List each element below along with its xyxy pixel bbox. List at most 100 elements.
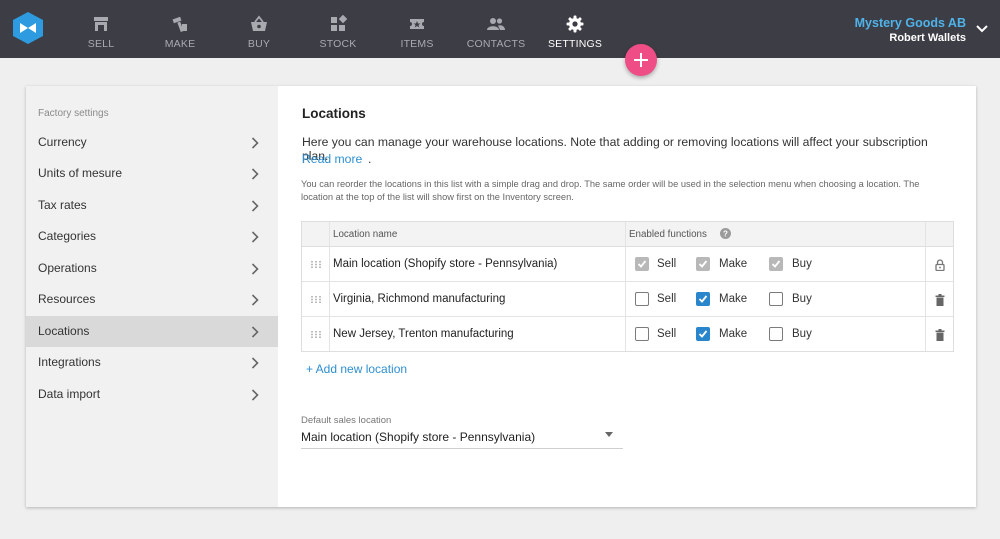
top-navigation-bar: SELL MAKE BUY STOCK ITEMS CONTACTS SETTI… bbox=[0, 0, 1000, 58]
chevron-down-icon[interactable] bbox=[976, 24, 988, 34]
sidebar-item-label: Tax rates bbox=[38, 198, 87, 212]
sell-label: Sell bbox=[657, 258, 677, 270]
basket-icon bbox=[251, 15, 267, 31]
drag-handle-icon[interactable] bbox=[311, 296, 321, 303]
nav-items[interactable]: ITEMS bbox=[377, 0, 457, 58]
read-more-link[interactable]: Read more bbox=[302, 152, 362, 166]
chevron-right-icon bbox=[251, 389, 259, 401]
drag-handle-icon[interactable] bbox=[311, 331, 321, 338]
sidebar-item-integrations[interactable]: Integrations bbox=[26, 347, 278, 378]
app-logo[interactable] bbox=[13, 12, 43, 44]
sidebar-item-currency[interactable]: Currency bbox=[26, 127, 278, 158]
location-name: Virginia, Richmond manufacturing bbox=[333, 293, 506, 305]
checkmark-icon bbox=[637, 260, 647, 268]
sidebar-item-label: Currency bbox=[38, 135, 87, 149]
locations-panel: Locations Here you can manage your wareh… bbox=[278, 86, 976, 507]
ticket-icon bbox=[410, 19, 424, 29]
nav-contacts-label: CONTACTS bbox=[466, 38, 526, 50]
chevron-right-icon bbox=[251, 357, 259, 369]
column-header-location-name: Location name bbox=[333, 229, 398, 240]
plus-icon bbox=[634, 53, 648, 67]
default-sales-location-label: Default sales location bbox=[301, 415, 392, 426]
nav-contacts[interactable]: CONTACTS bbox=[456, 0, 536, 58]
nav-stock[interactable]: STOCK bbox=[298, 0, 378, 58]
trash-icon[interactable] bbox=[935, 294, 945, 306]
account-menu[interactable]: Mystery Goods AB Robert Wallets bbox=[855, 16, 966, 44]
reorder-note: You can reorder the locations in this li… bbox=[301, 179, 920, 202]
people-icon bbox=[487, 18, 505, 30]
page-description: Here you can manage your warehouse locat… bbox=[302, 135, 928, 163]
sidebar-item-locations[interactable]: Locations bbox=[26, 316, 278, 347]
sell-checkbox[interactable] bbox=[635, 292, 649, 306]
make-label: Make bbox=[719, 293, 748, 305]
nav-sell[interactable]: SELL bbox=[61, 0, 141, 58]
make-label: Make bbox=[719, 328, 748, 340]
buy-checkbox[interactable] bbox=[769, 292, 783, 306]
sidebar-item-units-of-measure[interactable]: Units of mesure bbox=[26, 158, 278, 189]
nav-settings-label: SETTINGS bbox=[547, 38, 603, 50]
nav-stock-label: STOCK bbox=[319, 38, 357, 50]
boxes-icon bbox=[331, 15, 347, 31]
sidebar-item-tax-rates[interactable]: Tax rates bbox=[26, 190, 278, 221]
trash-icon[interactable] bbox=[935, 329, 945, 341]
dropdown-arrow-icon[interactable] bbox=[605, 432, 613, 437]
location-name: New Jersey, Trenton manufacturing bbox=[333, 328, 514, 340]
sell-checkbox[interactable] bbox=[635, 327, 649, 341]
read-more-suffix: . bbox=[368, 152, 372, 166]
company-name: Mystery Goods AB bbox=[854, 16, 966, 30]
nav-make[interactable]: MAKE bbox=[140, 0, 220, 58]
help-icon[interactable]: ? bbox=[720, 228, 731, 239]
add-location-button[interactable]: + Add new location bbox=[306, 362, 407, 376]
hammer-icon bbox=[172, 16, 187, 33]
table-row[interactable]: New Jersey, Trenton manufacturing Sell M… bbox=[302, 317, 953, 352]
buy-label: Buy bbox=[792, 293, 812, 305]
table-row[interactable]: Main location (Shopify store - Pennsylva… bbox=[302, 247, 953, 282]
table-row[interactable]: Virginia, Richmond manufacturing Sell Ma… bbox=[302, 282, 953, 317]
chevron-right-icon bbox=[251, 200, 259, 212]
page-title: Locations bbox=[302, 106, 366, 121]
user-name: Robert Wallets bbox=[889, 32, 966, 44]
sidebar-item-label: Operations bbox=[38, 261, 97, 275]
sidebar-item-resources[interactable]: Resources bbox=[26, 284, 278, 315]
sidebar-item-label: Integrations bbox=[38, 355, 101, 369]
buy-label: Buy bbox=[792, 328, 812, 340]
nav-buy[interactable]: BUY bbox=[219, 0, 299, 58]
drag-handle-icon[interactable] bbox=[311, 261, 321, 268]
buy-label: Buy bbox=[792, 258, 812, 270]
default-sales-location-select[interactable]: Main location (Shopify store - Pennsylva… bbox=[301, 430, 535, 444]
sidebar-heading: Factory settings bbox=[38, 108, 109, 119]
settings-card: Factory settings Currency Units of mesur… bbox=[26, 86, 976, 507]
checkmark-icon bbox=[698, 295, 708, 303]
checkmark-icon bbox=[698, 260, 708, 268]
make-checkbox[interactable] bbox=[696, 327, 710, 341]
nav-items-label: ITEMS bbox=[400, 38, 434, 50]
sell-label: Sell bbox=[657, 293, 677, 305]
chevron-right-icon bbox=[251, 326, 259, 338]
location-name: Main location (Shopify store - Pennsylva… bbox=[333, 258, 558, 270]
select-underline bbox=[301, 448, 623, 449]
settings-sidebar: Factory settings Currency Units of mesur… bbox=[26, 86, 278, 507]
sidebar-item-label: Resources bbox=[38, 292, 96, 306]
chevron-right-icon bbox=[251, 263, 259, 275]
sidebar-item-data-import[interactable]: Data import bbox=[26, 379, 278, 410]
sidebar-item-label: Data import bbox=[38, 387, 101, 401]
store-icon bbox=[94, 17, 108, 31]
nav-buy-label: BUY bbox=[247, 38, 271, 50]
sidebar-item-operations[interactable]: Operations bbox=[26, 253, 278, 284]
chevron-right-icon bbox=[251, 137, 259, 149]
column-header-enabled-functions: Enabled functions bbox=[629, 229, 707, 240]
buy-checkbox bbox=[769, 257, 783, 271]
nav-sell-label: SELL bbox=[87, 38, 115, 50]
add-fab-button[interactable] bbox=[625, 44, 657, 76]
sell-checkbox bbox=[635, 257, 649, 271]
sidebar-item-categories[interactable]: Categories bbox=[26, 221, 278, 252]
nav-make-label: MAKE bbox=[164, 38, 196, 50]
chevron-right-icon bbox=[251, 168, 259, 180]
make-label: Make bbox=[719, 258, 748, 270]
checkmark-icon bbox=[771, 260, 781, 268]
nav-settings[interactable]: SETTINGS bbox=[535, 0, 615, 58]
sidebar-item-label: Categories bbox=[38, 229, 97, 243]
make-checkbox[interactable] bbox=[696, 292, 710, 306]
buy-checkbox[interactable] bbox=[769, 327, 783, 341]
sidebar-item-label: Units of mesure bbox=[38, 166, 123, 180]
